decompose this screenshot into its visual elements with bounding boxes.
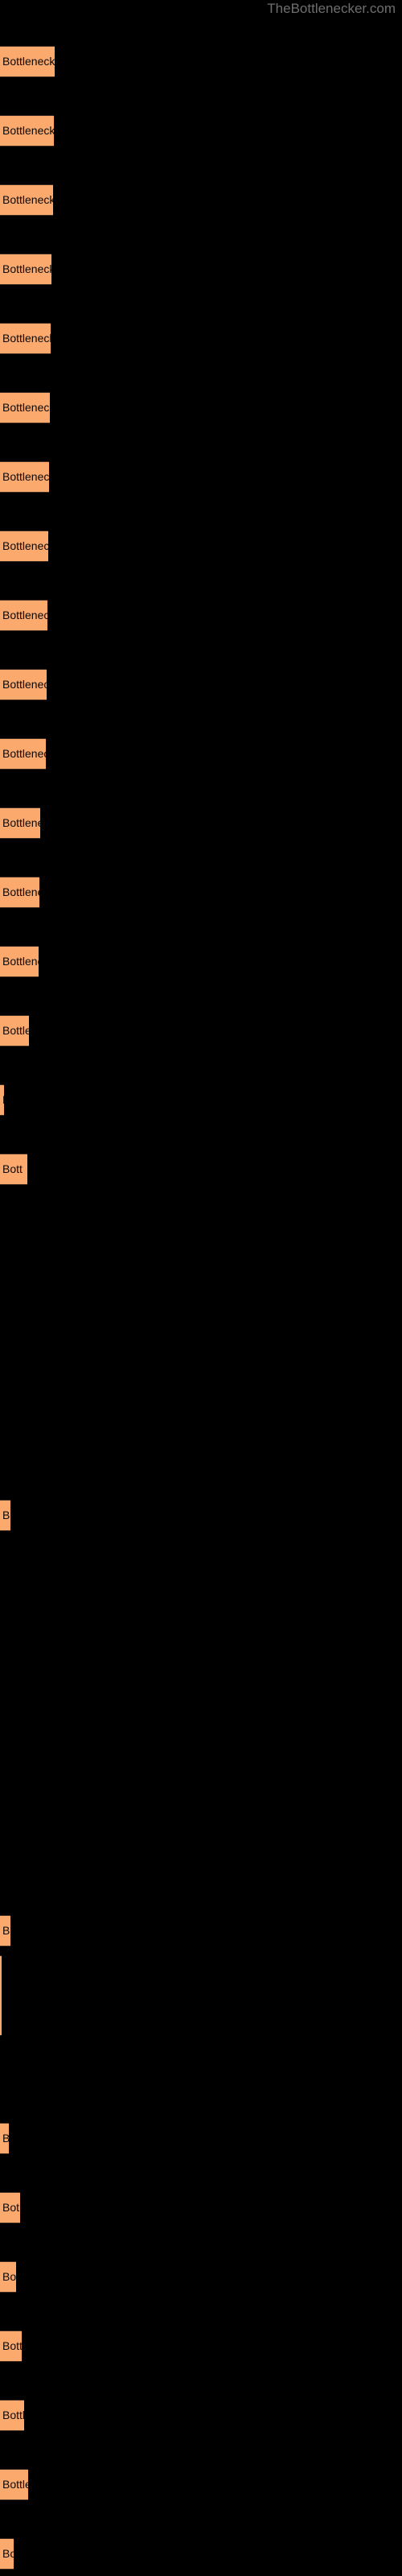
bar-row: Bott — [0, 1154, 402, 1185]
bar-row: Bottle — [0, 1015, 402, 1046]
bar-row: Bottleneck re — [0, 530, 402, 562]
bar-label: B — [2, 1924, 10, 1937]
plot-area: Bottleneck res Bottleneck res Bottleneck r… — [0, 0, 402, 2576]
bar-label: Bo — [2, 2547, 14, 2560]
bar-label-clip: B — [0, 2123, 9, 2154]
bar-row: B — [0, 1915, 402, 1946]
bar-label: Bottleneck re — [2, 678, 47, 691]
bar-label-clip: Bo — [0, 2261, 16, 2293]
bar-label: Bott — [2, 2339, 22, 2352]
bar-row: Bottleneck res — [0, 184, 402, 216]
bar-label: Bottleneck r — [2, 747, 46, 760]
bar-label-clip: B — [0, 1915, 10, 1946]
bar-row: B — [0, 1500, 402, 1531]
bar-label: Bott — [2, 1162, 23, 1175]
bar-label-clip: Bottle — [0, 1015, 29, 1046]
bar-label-clip: Bo — [0, 2538, 14, 2570]
bar-label: Bottleneck res — [2, 193, 53, 206]
bar-row: Bo — [0, 2538, 402, 2570]
bar-row: Bottleneck re — [0, 254, 402, 285]
bar-row: Bottleneck — [0, 877, 402, 908]
bar-label-clip: B — [0, 1500, 10, 1531]
bar-label-clip: Bottleneck re — [0, 530, 48, 562]
bar-row: Bottleneck res — [0, 115, 402, 147]
bar-row: B — [0, 2123, 402, 2154]
bar-label-clip: Bottleneck res — [0, 184, 53, 216]
bar-label-clip: Bottleneck — [0, 807, 40, 839]
bar-label: Bottle — [2, 1024, 29, 1037]
bar-label: B — [2, 2132, 9, 2145]
bar-label: Bottleneck re — [2, 401, 50, 414]
bar-label: Bottle — [2, 2478, 28, 2491]
bar-label-clip: Bott — [0, 1154, 27, 1185]
bar-row: Bottleneck re — [0, 392, 402, 423]
bar-label-clip: Bottle — [0, 2469, 28, 2500]
bar-row: Bo — [0, 2261, 402, 2293]
bar-label: Bottl — [2, 2409, 24, 2421]
bar-label: Bottleneck res — [2, 124, 54, 137]
bar-label-clip: Bottleneck r — [0, 738, 46, 770]
bar-label: B — [2, 1084, 4, 1116]
bar-label-clip — [0, 1955, 2, 2036]
bar-row: Bottleneck re — [0, 600, 402, 631]
bar-label-clip: Bottleneck re — [0, 461, 49, 493]
bar-label-clip: Bot — [0, 2192, 20, 2223]
bar-label: Bo — [2, 2270, 16, 2283]
bar-label-clip: Bottleneck re — [0, 254, 51, 285]
bar-label: B — [2, 1509, 10, 1521]
bar-row: Bott — [0, 2330, 402, 2362]
bar-row — [0, 1955, 402, 2036]
bar-row: Bottleneck res — [0, 46, 402, 77]
bar-chart-root: TheBottlenecker.com Bottleneck resBottle… — [0, 0, 402, 2576]
bar-row: Bottl — [0, 2400, 402, 2431]
bar-label: Bottleneck res — [2, 55, 55, 68]
bar-row: Bottle — [0, 2469, 402, 2500]
bar-label-clip: Bott — [0, 2330, 22, 2362]
bar-label: Bottleneck re — [2, 609, 47, 621]
bar-label-clip: Bottl — [0, 2400, 24, 2431]
bar-label: Bottleneck — [2, 816, 40, 829]
bar-label: Bottleneck re — [2, 539, 48, 552]
bar-label-clip: Bottleneck re — [0, 600, 47, 631]
bar-label-clip: Bottleneck — [0, 946, 39, 977]
bar-row: Bottleneck — [0, 946, 402, 977]
bar-label: Bottleneck — [2, 955, 39, 968]
bar-label-clip: Bottleneck — [0, 877, 39, 908]
bar-row: Bottleneck re — [0, 461, 402, 493]
bar-label: Bottleneck re — [2, 262, 51, 275]
bar-row: Bottleneck — [0, 807, 402, 839]
bar-label: Bottleneck re — [2, 470, 49, 483]
bar-label-clip: Bottleneck re — [0, 323, 51, 354]
bar-row: Bottleneck re — [0, 669, 402, 700]
bar-row: B — [0, 1084, 402, 1116]
bar-label-clip: Bottleneck re — [0, 669, 47, 700]
bar-label-clip: Bottleneck re — [0, 392, 50, 423]
bar-label-clip: Bottleneck res — [0, 46, 55, 77]
bar-label-clip: B — [0, 1084, 4, 1116]
bar-row: Bottleneck re — [0, 323, 402, 354]
bar-row: Bottleneck r — [0, 738, 402, 770]
bar-label: Bottleneck — [2, 886, 39, 898]
bar-label: Bottleneck re — [2, 332, 51, 345]
bar-label-clip: Bottleneck res — [0, 115, 54, 147]
bar-label: Bot — [2, 2201, 20, 2214]
bar-row: Bot — [0, 2192, 402, 2223]
